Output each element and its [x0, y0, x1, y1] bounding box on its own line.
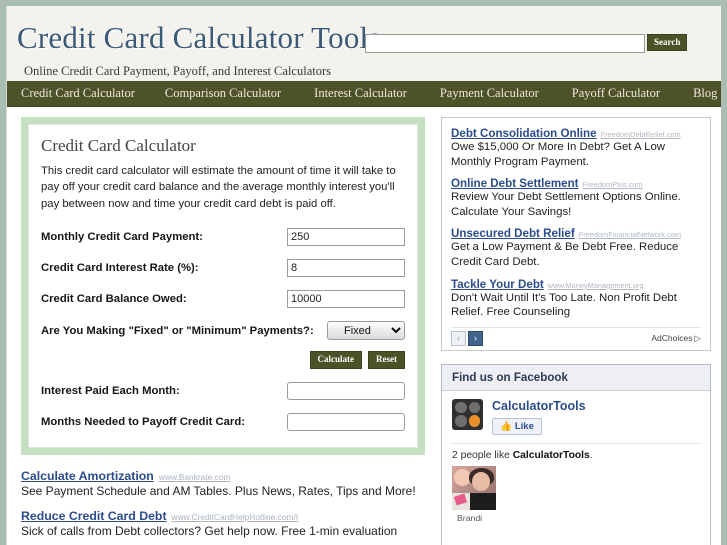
previous-arrow-icon[interactable]: ‹	[451, 330, 466, 346]
nav-item-comparison-calculator[interactable]: Comparison Calculator	[165, 86, 281, 101]
main-column: Credit Card Calculator This credit card …	[7, 107, 438, 545]
reset-button[interactable]: Reset	[368, 351, 405, 370]
calculator-inner: Credit Card Calculator This credit card …	[28, 124, 418, 449]
ad-item: Reduce Credit Card Debt www.CreditCardHel…	[21, 509, 421, 540]
output-row-interest-paid: Interest Paid Each Month:	[41, 382, 405, 401]
ad-url-link[interactable]: www.CreditCardHelpHotline.com/I	[172, 512, 299, 522]
field-row-interest-rate: Credit Card Interest Rate (%):	[41, 259, 405, 278]
sidebar-ad-description: Review Your Debt Settlement Options Onli…	[451, 191, 681, 218]
interest-paid-label: Interest Paid Each Month:	[41, 385, 180, 398]
sidebar-ad-item: Unsecured Debt Relief FreedomFinancialNet…	[451, 226, 701, 269]
field-row-balance-owed: Credit Card Balance Owed:	[41, 290, 405, 309]
facebook-page-name[interactable]: CalculatorTools	[492, 399, 586, 413]
calculator-button-row: Calculate Reset	[41, 351, 405, 370]
sidebar-ad-title-link[interactable]: Tackle Your Debt	[451, 278, 544, 291]
output-row-months-needed: Months Needed to Payoff Credit Card:	[41, 413, 405, 432]
interest-paid-output[interactable]	[287, 382, 405, 401]
sidebar-ad-item: Online Debt Settlement FreedomPlus.com Re…	[451, 176, 701, 219]
sidebar-column: Debt Consolidation Online FreedomDebtReli…	[438, 107, 721, 545]
page-title: Credit Card Calculator Tools	[17, 20, 381, 55]
sidebar-ad-description: Get a Low Payment & Be Debt Free. Reduce…	[451, 241, 679, 268]
months-needed-label: Months Needed to Payoff Credit Card:	[41, 416, 245, 429]
sidebar-ad-description: Owe $15,000 Or More In Debt? Get A Low M…	[451, 141, 666, 168]
like-button-label: Like	[514, 420, 534, 432]
calculator-logo-icon	[452, 398, 483, 430]
sidebar-ad-url-link[interactable]: www.MoneyManagement.org	[548, 281, 644, 290]
months-needed-output[interactable]	[287, 413, 405, 432]
payment-type-label: Are You Making "Fixed" or "Minimum" Paym…	[41, 324, 314, 337]
ad-pagination: ‹ ›	[451, 330, 483, 346]
sidebar-ad-url-link[interactable]: FreedomDebtRelief.com	[601, 130, 681, 139]
adchoices-link[interactable]: AdChoices ▷	[651, 333, 701, 344]
field-row-monthly-payment: Monthly Credit Card Payment:	[41, 228, 405, 247]
nav-item-payment-calculator[interactable]: Payment Calculator	[440, 86, 539, 101]
like-count-prefix: 2 people like	[452, 449, 513, 461]
nav-item-payoff-calculator[interactable]: Payoff Calculator	[572, 86, 660, 101]
ad-description: See Payment Schedule and AM Tables. Plus…	[21, 484, 416, 499]
facebook-widget-header: Find us on Facebook	[442, 364, 710, 391]
site-tagline: Online Credit Card Payment, Payoff, and …	[24, 64, 331, 78]
page-container: Credit Card Calculator Tools Online Cred…	[6, 6, 721, 545]
sidebar-ad-title-link[interactable]: Online Debt Settlement	[451, 177, 579, 190]
facebook-friend: Brandi	[452, 465, 700, 523]
calculator-card: Credit Card Calculator This credit card …	[21, 117, 425, 456]
ad-title-link[interactable]: Reduce Credit Card Debt	[21, 509, 167, 523]
facebook-page-info: CalculatorTools 👍 Like	[492, 399, 586, 435]
facebook-page-row: CalculatorTools 👍 Like	[452, 398, 700, 435]
site-header: Credit Card Calculator Tools Online Cred…	[7, 6, 721, 81]
sidebar-ad-item: Tackle Your Debt www.MoneyManagement.org …	[451, 277, 701, 320]
next-arrow-icon[interactable]: ›	[468, 330, 483, 346]
ad-item: Calculate Amortization www.Bankrate.com S…	[21, 469, 421, 500]
nav-item-blog[interactable]: Blog	[693, 86, 717, 101]
nav-item-interest-calculator[interactable]: Interest Calculator	[314, 86, 407, 101]
calculator-description: This credit card calculator will estimat…	[41, 165, 396, 210]
sidebar-ad-item: Debt Consolidation Online FreedomDebtReli…	[451, 126, 701, 169]
sidebar-ad-box: Debt Consolidation Online FreedomDebtReli…	[441, 117, 711, 351]
left-ad-list: Calculate Amortization www.Bankrate.com S…	[21, 469, 421, 545]
interest-rate-label: Credit Card Interest Rate (%):	[41, 262, 199, 275]
adchoices-triangle-icon: ▷	[694, 332, 701, 343]
sidebar-ad-title-link[interactable]: Debt Consolidation Online	[451, 127, 597, 140]
sidebar-ad-description: Don't Wait Until It's Too Late. Non Prof…	[451, 291, 677, 319]
balance-owed-input[interactable]	[287, 290, 405, 309]
sidebar-ad-url-link[interactable]: FreedomFinancialNetwork.com	[579, 230, 681, 239]
friend-name: Brandi	[457, 512, 483, 523]
calculator-title: Credit Card Calculator	[41, 136, 196, 155]
facebook-like-button[interactable]: 👍 Like	[492, 417, 542, 435]
facebook-widget-body: CalculatorTools 👍 Like 2 people like Cal…	[442, 391, 710, 523]
nav-item-credit-card-calculator[interactable]: Credit Card Calculator	[21, 86, 135, 101]
content-columns: Credit Card Calculator This credit card …	[7, 107, 721, 545]
field-row-payment-type: Are You Making "Fixed" or "Minimum" Paym…	[41, 321, 405, 341]
monthly-payment-label: Monthly Credit Card Payment:	[41, 231, 203, 244]
like-count-page-name: CalculatorTools	[512, 449, 590, 461]
ad-footer: ‹ › AdChoices ▷	[451, 326, 701, 346]
thumbs-up-icon: 👍	[500, 420, 512, 432]
ad-description: Sick of calls from Debt collectors? Get …	[21, 523, 398, 538]
calculate-button[interactable]: Calculate	[309, 351, 362, 370]
payment-type-select[interactable]: Fixed Minimum	[327, 321, 405, 341]
like-count-suffix: .	[589, 449, 593, 461]
facebook-widget: Find us on Facebook CalculatorTools 👍 Li…	[441, 363, 711, 545]
ad-url-link[interactable]: www.Bankrate.com	[159, 472, 231, 482]
friend-avatar[interactable]	[452, 465, 496, 510]
sidebar-ad-title-link[interactable]: Unsecured Debt Relief	[451, 227, 575, 240]
sidebar-ad-url-link[interactable]: FreedomPlus.com	[583, 180, 643, 189]
adchoices-label: AdChoices	[651, 333, 693, 344]
interest-rate-input[interactable]	[287, 259, 405, 278]
search-input[interactable]	[365, 34, 645, 53]
balance-owed-label: Credit Card Balance Owed:	[41, 293, 187, 306]
monthly-payment-input[interactable]	[287, 228, 405, 247]
facebook-like-count: 2 people like CalculatorTools.	[452, 442, 700, 461]
ad-title-link[interactable]: Calculate Amortization	[21, 469, 154, 483]
main-navigation: Credit Card Calculator Comparison Calcul…	[7, 81, 721, 107]
search-button[interactable]: Search	[647, 34, 688, 51]
